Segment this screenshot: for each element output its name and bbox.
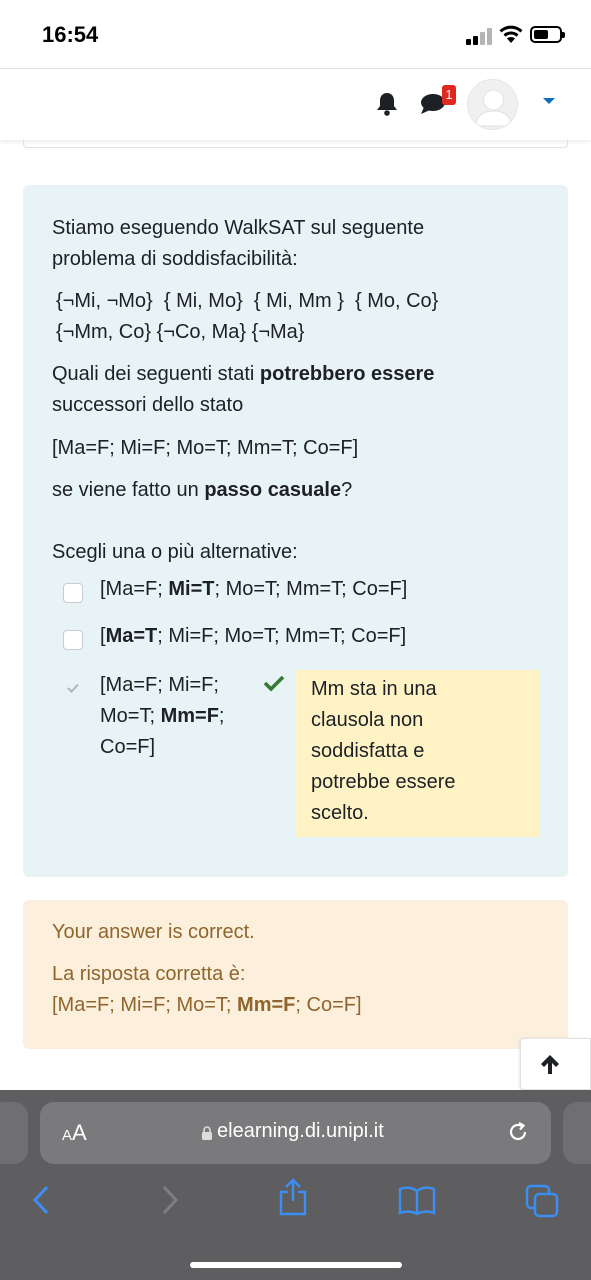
- clauses-line1: {¬Mi, ¬Mo} { Mi, Mo} { Mi, Mm } { Mo, Co…: [56, 290, 439, 312]
- option-2-label[interactable]: [Ma=T; Mi=F; Mo=T; Mm=T; Co=F]: [100, 621, 406, 652]
- wifi-icon: [499, 25, 523, 43]
- option-3-label-line3[interactable]: Co=F]: [100, 732, 155, 763]
- next-tab-preview[interactable]: [563, 1102, 591, 1164]
- top-navbar: 1: [0, 68, 591, 140]
- tabs-icon[interactable]: [525, 1184, 559, 1218]
- feedback-line: potrebbe essere: [311, 771, 456, 793]
- bookmarks-icon[interactable]: [398, 1186, 436, 1216]
- question-card: Stiamo eseguendo WalkSAT sul seguente pr…: [23, 185, 568, 877]
- option-3-label-line2[interactable]: Mo=T; Mm=F;: [100, 701, 224, 732]
- step-question: se viene fatto un passo casuale?: [52, 475, 352, 506]
- arrow-up-icon: [541, 1055, 559, 1074]
- caret-down-icon[interactable]: [543, 98, 555, 104]
- question-prompt-line2: successori dello stato: [52, 394, 244, 416]
- back-to-top-button[interactable]: [520, 1038, 591, 1090]
- forward-arrow-icon[interactable]: [157, 1184, 181, 1216]
- cellular-signal-icon: [466, 27, 494, 45]
- question-intro-line1: Stiamo eseguendo WalkSAT sul seguente: [52, 217, 425, 239]
- option-3-label-line1[interactable]: [Ma=F; Mi=F;: [100, 670, 219, 701]
- url-text[interactable]: elearning.di.unipi.it: [217, 1120, 384, 1143]
- back-arrow-icon[interactable]: [30, 1184, 54, 1216]
- specific-feedback: Mm sta in una clausola non soddisfatta e…: [296, 670, 540, 837]
- address-bar[interactable]: AA elearning.di.unipi.it: [40, 1102, 551, 1164]
- option-2-checkbox[interactable]: [63, 630, 83, 650]
- feedback-line: scelto.: [311, 802, 369, 824]
- avatar[interactable]: [467, 79, 518, 130]
- option-3-checkbox[interactable]: [63, 678, 83, 698]
- answer-feedback-card: Your answer is correct. La risposta corr…: [23, 900, 568, 1049]
- question-intro-line2: problema di soddisfacibilità:: [52, 248, 298, 270]
- notification-badge: 1: [442, 85, 456, 105]
- feedback-line: soddisfatta e: [311, 740, 425, 762]
- checked-checkbox-icon: [63, 678, 83, 698]
- step-bold: passo casuale: [204, 479, 342, 501]
- feedback-line: Mm sta in una: [311, 678, 437, 700]
- option-1-label[interactable]: [Ma=F; Mi=T; Mo=T; Mm=T; Co=F]: [100, 574, 407, 605]
- prompt-bold: potrebbero essere: [259, 363, 435, 385]
- current-state: [Ma=F; Mi=F; Mo=T; Mm=T; Co=F]: [52, 437, 359, 459]
- choose-label: Scegli una o più alternative:: [52, 541, 298, 563]
- user-silhouette-icon: [474, 89, 513, 127]
- share-icon[interactable]: [278, 1178, 308, 1216]
- lock-icon: [202, 1126, 212, 1140]
- answer-status: Your answer is correct.: [52, 921, 255, 943]
- option-1-checkbox[interactable]: [63, 583, 83, 603]
- clock: 16:54: [42, 22, 99, 47]
- clauses-line2: {¬Mm, Co} {¬Co, Ma} {¬Ma}: [56, 321, 305, 343]
- correct-check-icon: [263, 675, 285, 692]
- reader-settings-button[interactable]: AA: [62, 1120, 87, 1146]
- correct-answer-value: [Ma=F; Mi=F; Mo=T; Mm=F; Co=F]: [52, 994, 362, 1016]
- bell-icon[interactable]: [375, 91, 399, 117]
- battery-icon: [530, 26, 565, 43]
- step-suffix: ?: [341, 479, 353, 501]
- browser-bottom-bar: AA elearning.di.unipi.it: [0, 1090, 591, 1280]
- step-prefix: se viene fatto un: [52, 479, 205, 501]
- correct-answer-label: La risposta corretta è:: [52, 963, 246, 985]
- question-prompt-line1: Quali dei seguenti stati potrebbero esse…: [52, 359, 434, 390]
- prompt-prefix: Quali dei seguenti stati: [52, 363, 260, 385]
- home-indicator: [190, 1262, 402, 1268]
- reload-icon[interactable]: [506, 1120, 530, 1144]
- feedback-line: clausola non: [311, 709, 424, 731]
- status-bar: 16:54: [0, 0, 591, 68]
- previous-card-edge: [23, 140, 568, 148]
- previous-tab-preview[interactable]: [0, 1102, 28, 1164]
